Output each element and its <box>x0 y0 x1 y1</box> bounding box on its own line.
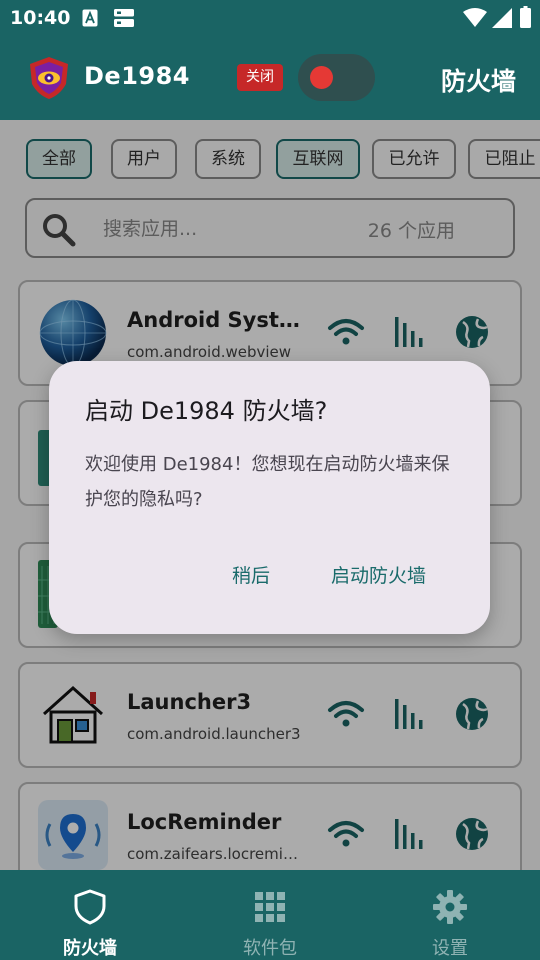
firewall-toggle[interactable] <box>298 54 375 101</box>
shield-icon <box>74 889 106 925</box>
section-title: 防火墙 <box>440 67 516 96</box>
grid-icon <box>255 892 285 922</box>
wifi-status-icon <box>463 8 487 27</box>
notification-a-icon <box>82 9 98 27</box>
battery-icon <box>520 6 531 28</box>
app-bar: De1984 关闭 防火墙 <box>0 36 540 120</box>
nav-label: 软件包 <box>243 938 297 959</box>
app-logo-icon <box>30 57 68 99</box>
nav-item-settings[interactable]: 设置 <box>360 870 540 960</box>
nav-label: 防火墙 <box>63 938 117 959</box>
signal-icon <box>492 8 512 28</box>
nav-item-firewall[interactable]: 防火墙 <box>0 870 180 960</box>
bottom-nav: 防火墙 软件包 设置 <box>0 870 540 960</box>
later-button[interactable]: 稍后 <box>232 561 270 588</box>
gear-icon <box>433 890 467 924</box>
notification-card-icon <box>114 9 134 27</box>
status-time: 10:40 <box>10 7 71 29</box>
toggle-knob <box>310 66 333 89</box>
start-firewall-dialog: 启动 De1984 防火墙? 欢迎使用 De1984！您想现在启动防火墙来保护您… <box>49 361 490 634</box>
nav-item-packages[interactable]: 软件包 <box>180 870 360 960</box>
nav-label: 设置 <box>432 938 468 959</box>
app-title: De1984 <box>84 62 190 90</box>
status-bar: 10:40 <box>0 0 540 36</box>
start-firewall-button[interactable]: 启动防火墙 <box>331 561 426 588</box>
dialog-message: 欢迎使用 De1984！您想现在启动防火墙来保护您的隐私吗? <box>85 454 450 510</box>
dialog-title: 启动 De1984 防火墙? <box>85 397 328 425</box>
firewall-status-badge: 关闭 <box>237 64 283 91</box>
